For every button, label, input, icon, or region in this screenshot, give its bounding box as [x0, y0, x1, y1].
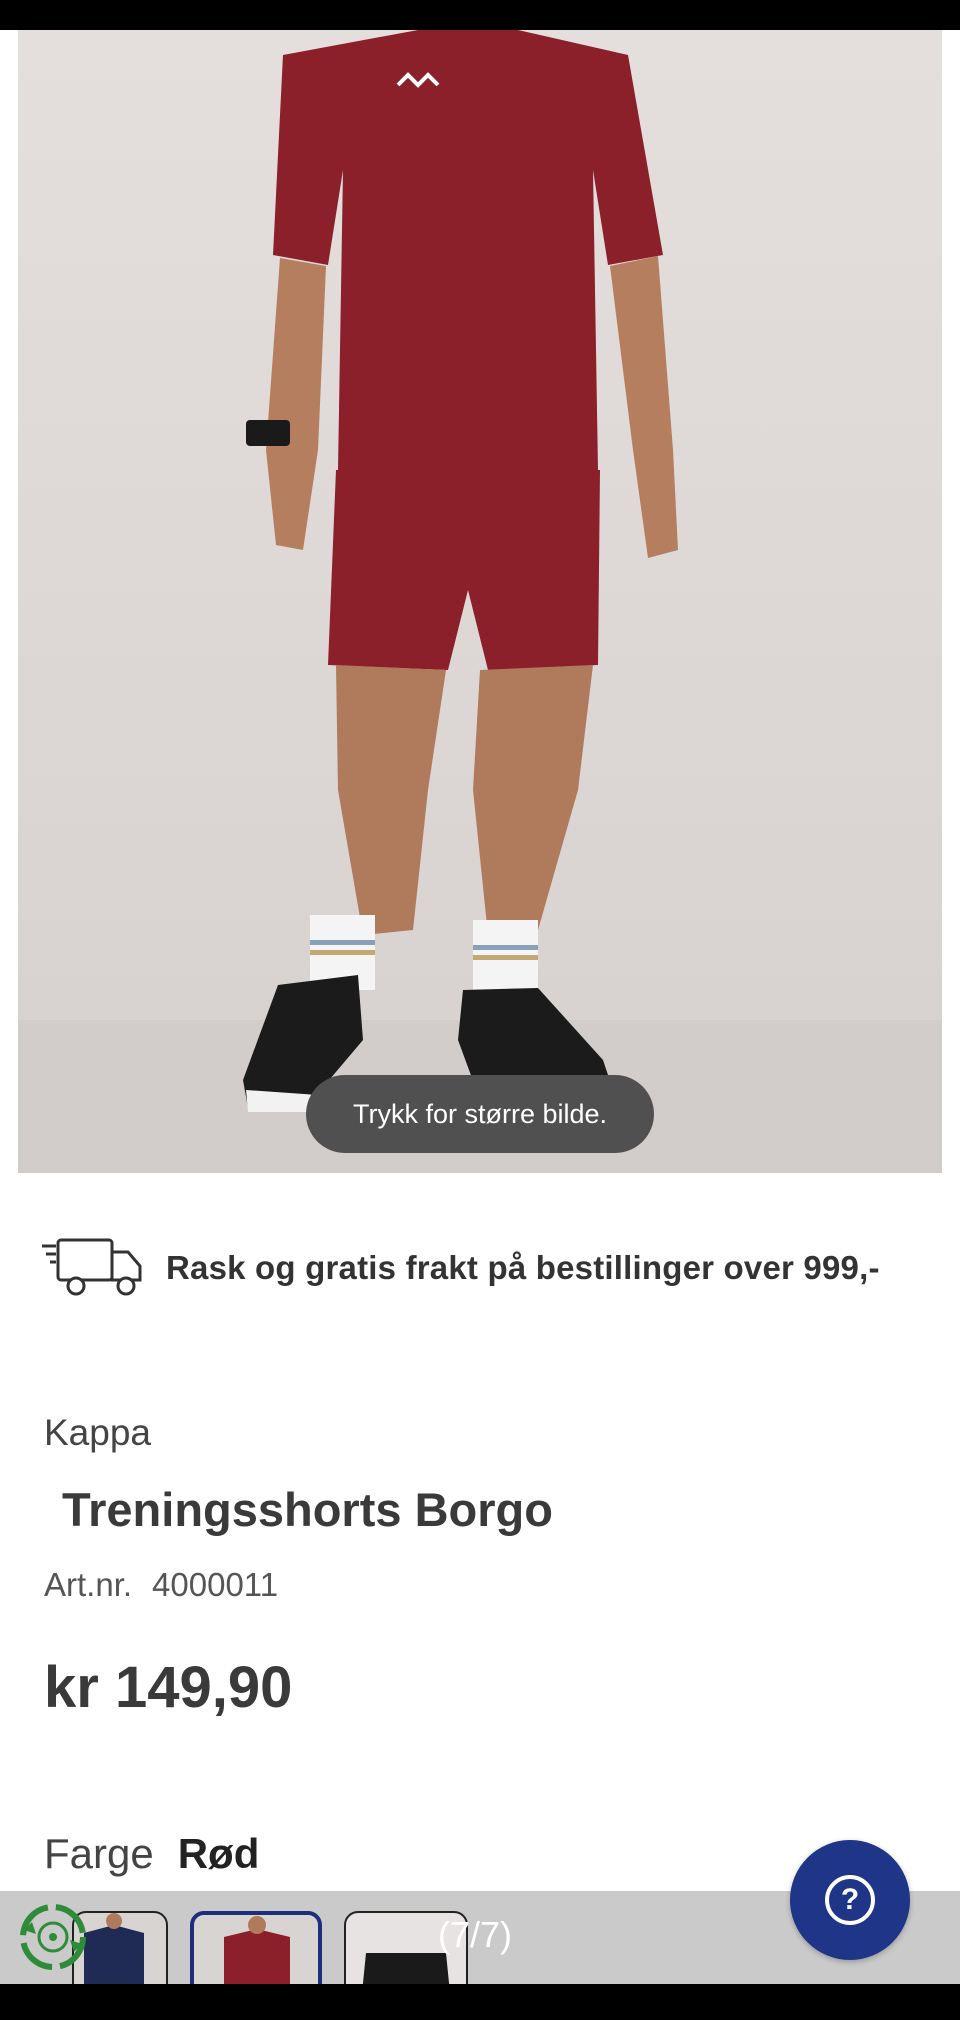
- shipping-info: Rask og gratis frakt på bestillinger ove…: [40, 1228, 940, 1308]
- color-label: Farge: [44, 1830, 154, 1877]
- help-button[interactable]: ?: [790, 1840, 910, 1960]
- tap-for-larger-image-hint[interactable]: Trykk for større bilde.: [306, 1075, 654, 1153]
- product-photo-illustration: [18, 30, 942, 1173]
- shipping-text: Rask og gratis frakt på bestillinger ove…: [166, 1249, 880, 1286]
- recycle-badge-icon[interactable]: [16, 1900, 90, 1974]
- article-number-label: Art.nr.: [44, 1566, 133, 1603]
- navigation-bar: [0, 1984, 960, 2020]
- product-brand[interactable]: Kappa: [44, 1412, 151, 1454]
- product-title: Treningsshorts Borgo: [62, 1483, 553, 1536]
- selected-color: Rød: [177, 1830, 260, 1877]
- gallery-counter: (7/7): [438, 1914, 513, 1955]
- article-number: Art.nr. 4000011: [44, 1566, 278, 1604]
- article-number-value: 4000011: [152, 1566, 279, 1603]
- gallery-thumbnail-selected[interactable]: [190, 1911, 322, 1984]
- product-price: kr 149,90: [44, 1655, 293, 1720]
- product-image[interactable]: [18, 30, 942, 1173]
- delivery-truck-icon: [42, 1238, 142, 1296]
- color-selector: Farge Rød: [44, 1830, 259, 1878]
- question-mark-icon: ?: [825, 1875, 875, 1925]
- status-bar: [0, 0, 960, 30]
